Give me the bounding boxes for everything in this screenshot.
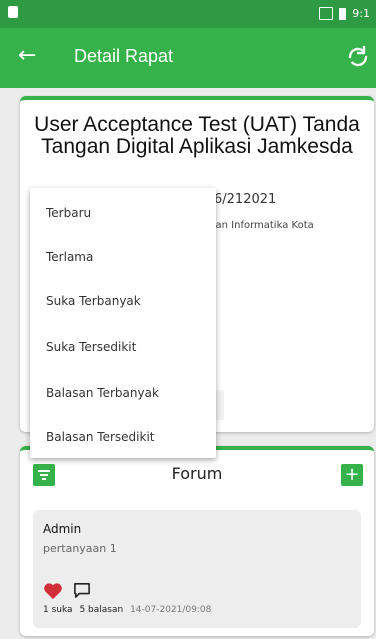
refresh-icon[interactable] bbox=[346, 45, 370, 69]
reply-icon[interactable] bbox=[73, 582, 91, 598]
sort-option-least-liked[interactable]: Suka Tersedikit bbox=[46, 340, 136, 354]
comment-item[interactable]: Admin pertanyaan 1 1 suka 5 balasan 14-0… bbox=[33, 510, 361, 628]
sort-option-oldest[interactable]: Terlama bbox=[46, 250, 93, 264]
reply-count[interactable]: 5 balasan bbox=[79, 605, 123, 615]
notification-icon bbox=[8, 6, 18, 18]
sort-option-most-replies[interactable]: Balasan Terbanyak bbox=[46, 386, 159, 400]
comment-text: pertanyaan 1 bbox=[43, 542, 117, 555]
app-screen: 9:1 ← Detail Rapat User Acceptance Test … bbox=[0, 0, 376, 639]
status-bar: 9:1 bbox=[0, 0, 376, 28]
comment-time: 14-07-2021/09:08 bbox=[130, 605, 212, 615]
heart-icon[interactable] bbox=[43, 582, 63, 600]
comment-meta: 1 suka 5 balasan 14-07-2021/09:08 bbox=[43, 605, 211, 615]
app-bar: ← Detail Rapat bbox=[0, 28, 376, 88]
add-comment-button[interactable]: + bbox=[341, 464, 363, 486]
clock: 9:1 bbox=[352, 7, 370, 20]
signal-icon bbox=[319, 7, 334, 20]
like-count: 1 suka bbox=[43, 605, 73, 615]
battery-icon bbox=[339, 7, 347, 20]
sort-option-least-replies[interactable]: Balasan Tersedikit bbox=[46, 430, 154, 444]
meeting-date: 6/212021 bbox=[214, 192, 277, 207]
page-title: Detail Rapat bbox=[74, 46, 174, 66]
arrow-left-icon[interactable]: ← bbox=[18, 44, 36, 68]
sort-option-newest[interactable]: Terbaru bbox=[46, 206, 91, 220]
forum-title: Forum bbox=[171, 464, 223, 483]
sort-menu: Terbaru Terlama Suka Terbanyak Suka Ters… bbox=[30, 188, 216, 458]
comment-author: Admin bbox=[43, 522, 82, 536]
meeting-title: User Acceptance Test (UAT) Tanda Tangan … bbox=[34, 113, 360, 158]
sort-option-most-liked[interactable]: Suka Terbanyak bbox=[46, 294, 141, 308]
forum-card: Forum + Admin pertanyaan 1 1 suka 5 bala… bbox=[20, 446, 374, 636]
